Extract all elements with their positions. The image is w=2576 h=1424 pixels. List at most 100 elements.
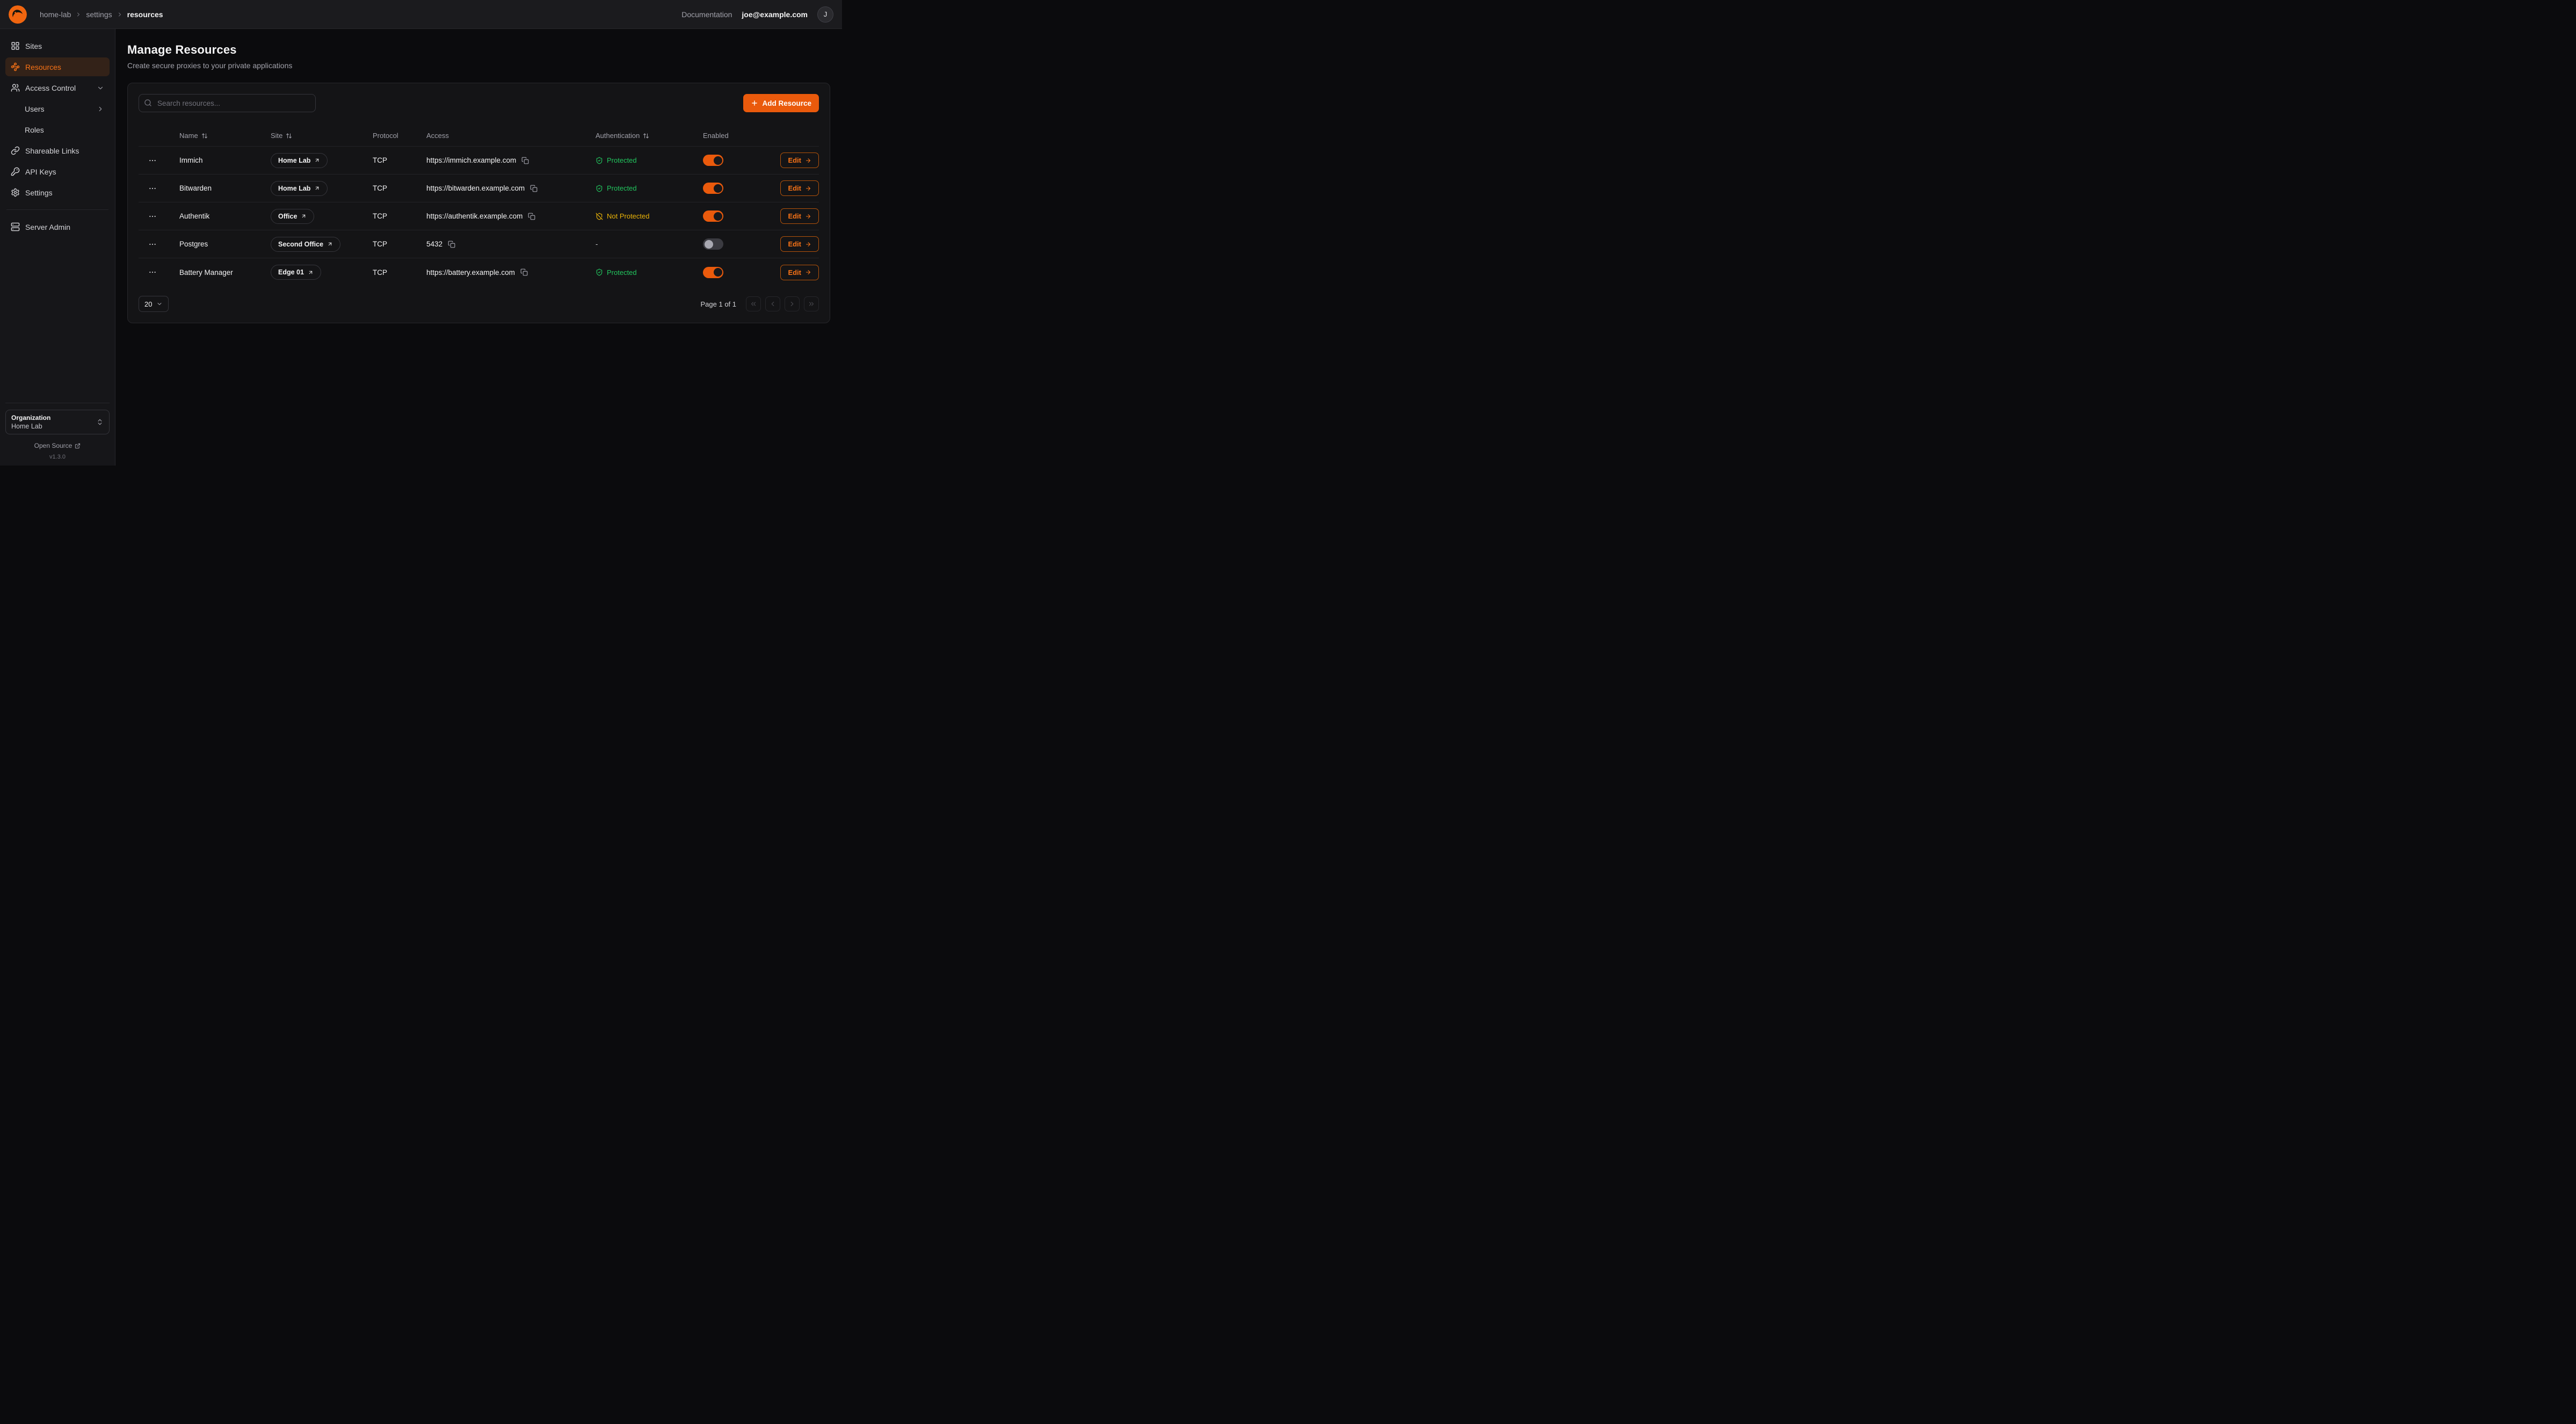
breadcrumb-separator-icon (117, 11, 123, 18)
main-content: Manage Resources Create secure proxies t… (115, 29, 842, 466)
copy-button[interactable] (447, 239, 456, 249)
site-link-button[interactable]: Office (271, 209, 314, 224)
site-link-button[interactable]: Home Lab (271, 153, 328, 168)
edit-button[interactable]: Edit (780, 265, 819, 280)
edit-button[interactable]: Edit (780, 152, 819, 168)
sidebar-item-label: Users (25, 105, 45, 113)
access-url: https://battery.example.com (426, 268, 515, 277)
enabled-toggle[interactable] (703, 183, 723, 194)
row-menu-button[interactable] (146, 238, 159, 251)
sidebar-item-access-control[interactable]: Access Control (5, 78, 110, 97)
copy-icon (520, 268, 528, 276)
arrow-up-right-icon (308, 270, 314, 275)
avatar[interactable]: J (817, 6, 833, 23)
sort-by-site[interactable]: Site (271, 132, 292, 140)
resources-table: Name Site Protocol Access Authentication… (139, 125, 819, 286)
page-size-select[interactable]: 20 (139, 296, 169, 312)
chevron-right-icon (788, 300, 796, 308)
topbar: home-lab settings resources Documentatio… (0, 0, 842, 29)
sidebar-item-label: Roles (25, 126, 44, 134)
organization-label: Organization (11, 414, 50, 422)
sort-icon (286, 133, 292, 139)
header-protocol: Protocol (373, 132, 398, 140)
table-row: Immich Home Lab TCP https://immich.examp… (139, 147, 819, 175)
organization-selector[interactable]: Organization Home Lab (5, 410, 110, 434)
shield-check-icon (596, 185, 603, 192)
enabled-toggle[interactable] (703, 238, 723, 250)
sort-icon (643, 133, 649, 139)
sidebar-item-api-keys[interactable]: API Keys (5, 162, 110, 181)
open-source-label: Open Source (34, 442, 72, 449)
resource-name: Postgres (179, 240, 208, 248)
breadcrumb-item[interactable]: settings (86, 10, 112, 19)
last-page-button[interactable] (804, 296, 819, 311)
site-link-button[interactable]: Edge 01 (271, 265, 321, 280)
header-access: Access (426, 132, 449, 140)
external-link-icon (75, 443, 81, 449)
sidebar-item-label: Server Admin (25, 223, 70, 231)
ellipsis-icon (148, 240, 157, 249)
copy-button[interactable] (527, 212, 536, 221)
arrow-up-right-icon (327, 241, 333, 247)
edit-button[interactable]: Edit (780, 236, 819, 252)
ellipsis-icon (148, 212, 157, 221)
enabled-toggle[interactable] (703, 210, 723, 222)
breadcrumb: home-lab settings resources (40, 10, 163, 19)
open-source-link[interactable]: Open Source (34, 442, 81, 449)
enabled-toggle[interactable] (703, 155, 723, 166)
row-menu-button[interactable] (146, 182, 159, 195)
organization-name: Home Lab (11, 423, 50, 430)
breadcrumb-current: resources (127, 10, 163, 19)
edit-button[interactable]: Edit (780, 180, 819, 196)
row-menu-button[interactable] (146, 210, 159, 223)
ellipsis-icon (148, 268, 157, 277)
copy-button[interactable] (529, 184, 539, 193)
enabled-toggle[interactable] (703, 267, 723, 278)
link-icon (11, 146, 20, 155)
copy-icon (528, 213, 535, 220)
documentation-link[interactable]: Documentation (681, 10, 732, 19)
sidebar-item-roles[interactable]: Roles (5, 120, 110, 139)
user-email[interactable]: joe@example.com (742, 10, 808, 19)
sidebar-item-resources[interactable]: Resources (5, 57, 110, 76)
sidebar-item-label: Resources (25, 63, 61, 71)
access-url: https://authentik.example.com (426, 212, 523, 220)
sort-by-authentication[interactable]: Authentication (596, 132, 649, 140)
access-url: https://bitwarden.example.com (426, 184, 525, 192)
page-subtitle: Create secure proxies to your private ap… (127, 61, 830, 70)
site-link-button[interactable]: Second Office (271, 237, 340, 252)
sidebar-divider (6, 209, 108, 210)
shield-off-icon (596, 213, 603, 220)
auth-status: Protected (596, 156, 637, 164)
app-logo-icon[interactable] (9, 5, 27, 24)
resource-name: Immich (179, 156, 203, 164)
sidebar-item-server-admin[interactable]: Server Admin (5, 217, 110, 236)
copy-button[interactable] (519, 267, 529, 277)
site-link-button[interactable]: Home Lab (271, 181, 328, 196)
sort-by-name[interactable]: Name (179, 132, 208, 140)
resource-name: Bitwarden (179, 184, 212, 192)
edit-button[interactable]: Edit (780, 208, 819, 224)
row-menu-button[interactable] (146, 154, 159, 167)
sidebar-item-sites[interactable]: Sites (5, 37, 110, 55)
protocol-value: TCP (373, 240, 387, 248)
shield-check-icon (596, 157, 603, 164)
copy-button[interactable] (520, 156, 530, 165)
chevrons-left-icon (750, 300, 757, 308)
search-input[interactable] (139, 94, 316, 112)
first-page-button[interactable] (746, 296, 761, 311)
prev-page-button[interactable] (765, 296, 780, 311)
table-row: Bitwarden Home Lab TCP https://bitwarden… (139, 175, 819, 202)
copy-icon (448, 241, 455, 248)
row-menu-button[interactable] (146, 266, 159, 279)
sidebar-item-users[interactable]: Users (5, 99, 110, 118)
table-row: Battery Manager Edge 01 TCP https://batt… (139, 258, 819, 286)
grid-icon (11, 41, 20, 50)
sidebar-item-settings[interactable]: Settings (5, 183, 110, 202)
sidebar-item-label: Shareable Links (25, 147, 79, 155)
chevron-down-icon (156, 301, 163, 307)
next-page-button[interactable] (785, 296, 800, 311)
add-resource-button[interactable]: Add Resource (743, 94, 819, 112)
breadcrumb-item[interactable]: home-lab (40, 10, 71, 19)
sidebar-item-shareable-links[interactable]: Shareable Links (5, 141, 110, 160)
